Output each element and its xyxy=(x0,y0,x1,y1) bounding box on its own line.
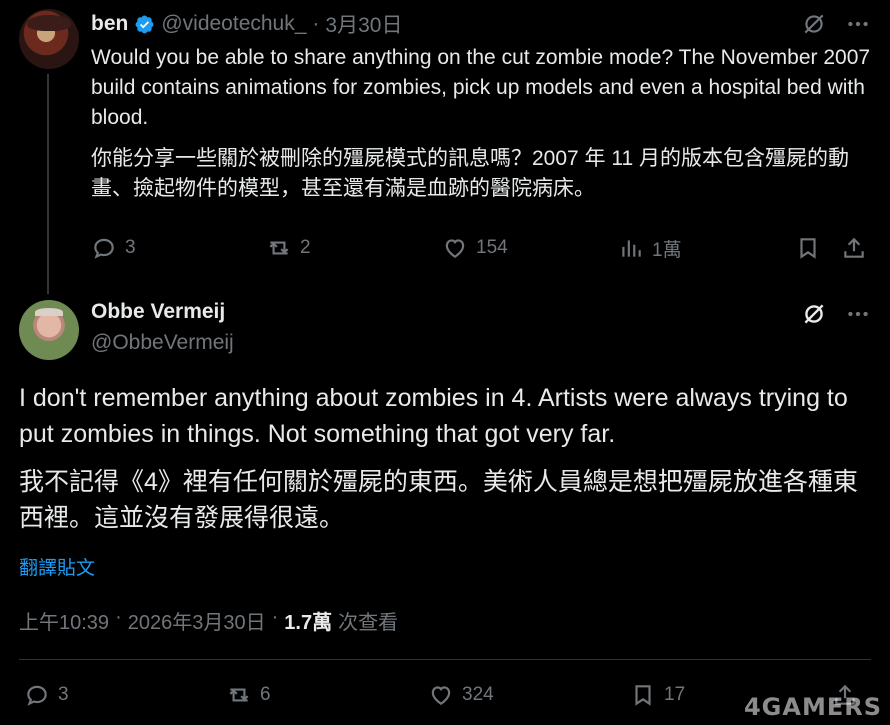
reply-button[interactable]: 3 xyxy=(24,680,69,710)
views-button[interactable]: 1萬 xyxy=(618,233,682,263)
grok-icon[interactable] xyxy=(801,11,827,37)
like-button[interactable]: 324 xyxy=(428,680,494,710)
repost-count: 2 xyxy=(300,237,311,258)
avatar[interactable] xyxy=(19,9,79,69)
reply-header: ben @videotechuk_ · 3月30日 xyxy=(91,10,402,38)
comment-icon xyxy=(94,238,114,259)
post-date[interactable]: 3月30日 xyxy=(325,9,402,39)
reply-text-english: Would you be able to share anything on t… xyxy=(91,46,871,129)
post-meta: 上午10:39 · 2026年3月30日 · 1.7萬 次查看 xyxy=(19,606,398,635)
author-name[interactable]: ben xyxy=(91,12,128,36)
separator-dot: · xyxy=(312,12,320,35)
comment-icon xyxy=(27,685,47,706)
post-date[interactable]: 2026年3月30日 xyxy=(128,606,266,635)
bookmark-count: 17 xyxy=(664,684,686,705)
avatar[interactable] xyxy=(19,300,79,360)
reply-count: 3 xyxy=(58,684,69,705)
bookmark-button[interactable] xyxy=(795,233,821,263)
thread-connector-line xyxy=(47,74,49,294)
reply-count: 3 xyxy=(125,237,136,258)
reply-text-chinese: 你能分享一些關於被刪除的殭屍模式的訊息嗎？2007 年 11 月的版本包含殭屍的… xyxy=(91,147,850,200)
views-count: 1萬 xyxy=(652,239,682,261)
like-count: 324 xyxy=(462,684,494,705)
repost-icon xyxy=(269,241,289,255)
verified-badge-icon xyxy=(135,15,154,33)
main-text-chinese: 我不記得《4》裡有任何關於殭屍的東西。美術人員總是想把殭屍放進各種東西裡。這並沒… xyxy=(19,468,858,532)
like-count: 154 xyxy=(476,237,508,258)
more-options-icon[interactable] xyxy=(845,301,871,327)
views-count: 1.7萬 xyxy=(284,612,333,634)
heart-icon xyxy=(445,239,465,258)
more-options-icon[interactable] xyxy=(845,11,871,37)
site-watermark: 4GAMERS xyxy=(743,693,882,721)
heart-icon xyxy=(431,686,451,705)
reply-top-actions xyxy=(801,11,871,37)
repost-button[interactable]: 2 xyxy=(266,233,311,263)
author-handle[interactable]: @videotechuk_ xyxy=(161,12,306,36)
post-time[interactable]: 上午10:39 xyxy=(19,606,109,635)
main-top-actions xyxy=(801,301,871,327)
separator-dot: · xyxy=(115,606,122,628)
repost-icon xyxy=(229,688,249,702)
author-name[interactable]: Obbe Vermeij xyxy=(91,300,225,324)
author-handle[interactable]: @ObbeVermeij xyxy=(91,331,234,355)
views-label: 次查看 xyxy=(338,612,399,634)
reply-action-bar: 3 2 154 1萬 xyxy=(91,233,871,263)
analytics-icon xyxy=(622,240,641,257)
share-icon xyxy=(844,237,864,258)
repost-button[interactable]: 6 xyxy=(226,680,271,710)
main-text-english: I don't remember anything about zombies … xyxy=(19,384,848,448)
repost-count: 6 xyxy=(260,684,271,705)
share-button[interactable] xyxy=(841,233,867,263)
translate-post-link[interactable]: 翻譯貼文 xyxy=(19,553,95,580)
bookmark-icon xyxy=(635,685,651,706)
reply-button[interactable]: 3 xyxy=(91,233,136,263)
separator-dot: · xyxy=(271,606,279,628)
bookmark-button[interactable]: 17 xyxy=(630,680,685,710)
grok-icon[interactable] xyxy=(801,301,827,327)
like-button[interactable]: 154 xyxy=(442,233,508,263)
bookmark-icon xyxy=(800,238,816,259)
divider xyxy=(19,659,871,660)
main-action-bar: 3 6 324 17 xyxy=(24,680,864,710)
